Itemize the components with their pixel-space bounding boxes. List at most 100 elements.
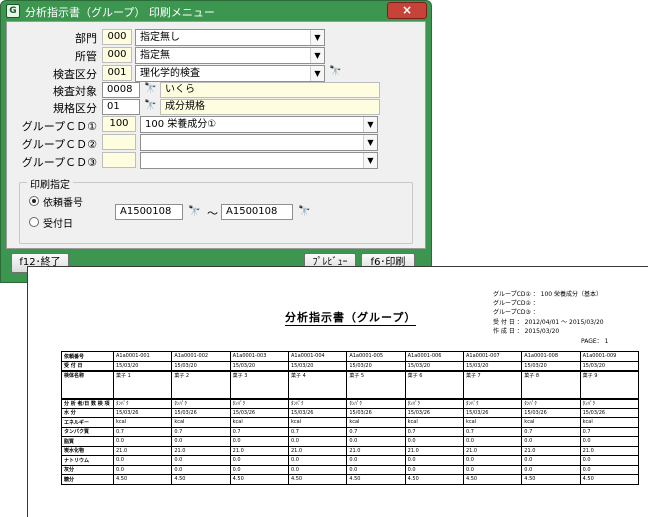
- table-cell: 0.0: [229, 455, 289, 466]
- table-cell: A1a0001-005: [346, 351, 406, 362]
- range-from-input[interactable]: A1500108: [115, 204, 183, 220]
- table-cell: 21.0: [346, 445, 406, 456]
- table-cell: 0.0: [171, 455, 231, 466]
- group1-select-value: 100 栄養成分①: [145, 119, 217, 130]
- table-row: エネルギー kcal kcal kcal kcal kcal kcal kcal kcal kca…: [61, 417, 640, 428]
- binoculars-icon[interactable]: 🔭: [188, 207, 202, 218]
- table-cell: ﾀﾝﾊﾟｸ: [346, 398, 406, 409]
- table-cell: 0.0: [579, 455, 640, 466]
- table-cell: 0.0: [404, 455, 464, 466]
- office-label: 所管: [75, 50, 97, 63]
- table-cell: 0.0: [579, 436, 640, 447]
- chevron-down-icon[interactable]: ▼: [363, 135, 377, 150]
- table-cell: kcal: [287, 417, 348, 428]
- table-cell: kcal: [346, 417, 406, 428]
- table-cell: 0.7: [287, 426, 348, 437]
- table-cell: 0.7: [229, 426, 289, 437]
- table-row-header: 水 分: [61, 407, 114, 418]
- table-cell: 15/03/26: [287, 407, 348, 418]
- inspection-type-code-input[interactable]: 001: [102, 65, 132, 81]
- table-cell: 15/03/20: [112, 360, 173, 372]
- table-row: タンパク質 0.7 0.7 0.7 0.7 0.7 0.7 0.7 0.7 0.7: [61, 426, 640, 437]
- table-cell: 21.0: [462, 445, 523, 456]
- table-cell: ﾀﾝﾊﾟｸ: [112, 398, 173, 409]
- title-bar[interactable]: G 分析指示書（グループ） 印刷メニュー ×: [1, 1, 431, 21]
- table-cell: kcal: [112, 417, 173, 428]
- table-row-header: 灰分: [61, 464, 114, 475]
- print-spec-title: 印刷指定: [27, 176, 73, 191]
- binoculars-icon[interactable]: 🔭: [298, 207, 312, 218]
- group3-select[interactable]: ▼: [140, 152, 378, 169]
- binoculars-icon[interactable]: 🔭: [144, 101, 158, 112]
- print-menu-window: G 分析指示書（グループ） 印刷メニュー × 部門 000 指定無し ▼ 所管 …: [0, 0, 432, 283]
- table-cell: 0.7: [346, 426, 406, 437]
- table-cell: 15/03/20: [404, 360, 464, 372]
- table-cell: 4.50: [462, 474, 523, 485]
- table-row: 糖分 4.50 4.50 4.50 4.50 4.50 4.50 4.50 4.50 4.50: [61, 474, 640, 485]
- inspection-target-label: 検査対象: [53, 85, 97, 98]
- table-cell: 0.0: [112, 455, 173, 466]
- table-cell: 0.0: [171, 464, 231, 475]
- table-cell: 0.7: [579, 426, 640, 437]
- group1-code-input[interactable]: 100: [102, 116, 136, 132]
- table-cell: 15/03/26: [112, 407, 173, 418]
- table-cell: 4.50: [579, 474, 640, 485]
- table-cell: 4.50: [229, 474, 289, 485]
- table-row: 水 分 15/03/26 15/03/26 15/03/26 15/03/26 15/03…: [61, 407, 640, 418]
- table-cell: 15/03/20: [171, 360, 231, 372]
- table-cell: 菓子 3: [229, 370, 289, 400]
- table-row: 脂質 0.0 0.0 0.0 0.0 0.0 0.0 0.0 0.0 0.0: [61, 436, 640, 447]
- table-cell: A1a0001-006: [404, 351, 464, 362]
- table-cell: 15/03/26: [404, 407, 464, 418]
- report-meta-created: 作 成 日 ： 2015/03/20: [493, 328, 560, 335]
- table-row: 灰分 0.0 0.0 0.0 0.0 0.0 0.0 0.0 0.0 0.0: [61, 464, 640, 475]
- close-button[interactable]: ×: [387, 2, 427, 19]
- inspection-type-label: 検査区分: [53, 68, 97, 81]
- table-cell: 0.0: [112, 436, 173, 447]
- dept-select[interactable]: 指定無し ▼: [135, 29, 325, 46]
- table-cell: 0.0: [521, 455, 581, 466]
- group1-label: グループＣＤ①: [21, 120, 97, 133]
- inspection-type-select[interactable]: 理化学的検査 ▼: [135, 65, 325, 82]
- binoculars-icon[interactable]: 🔭: [144, 84, 158, 95]
- report-meta-group2: グループCD② ：: [493, 300, 539, 307]
- chevron-down-icon[interactable]: ▼: [310, 66, 324, 81]
- table-cell: 21.0: [171, 445, 231, 456]
- dept-code-input[interactable]: 000: [102, 29, 132, 45]
- table-cell: kcal: [229, 417, 289, 428]
- office-select[interactable]: 指定無 ▼: [135, 47, 325, 64]
- received-date-radio[interactable]: [29, 217, 39, 227]
- table-cell: ﾀﾝﾊﾟｸ: [404, 398, 464, 409]
- table-cell: ﾀﾝﾊﾟｸ: [229, 398, 289, 409]
- range-to-input[interactable]: A1500108: [221, 204, 293, 220]
- table-cell: A1a0001-004: [287, 351, 348, 362]
- group3-label: グループＣＤ③: [21, 156, 97, 169]
- chevron-down-icon[interactable]: ▼: [310, 48, 324, 63]
- table-cell: kcal: [404, 417, 464, 428]
- chevron-down-icon[interactable]: ▼: [363, 117, 377, 132]
- office-code-input[interactable]: 000: [102, 47, 132, 63]
- inspection-target-code-input[interactable]: 0008: [102, 82, 140, 98]
- table-cell: ﾀﾝﾊﾟｸ: [462, 398, 523, 409]
- table-cell: A1a0001-001: [112, 351, 173, 362]
- report-meta-received: 受 付 日 ： 2012/04/01 ～ 2015/03/20: [493, 319, 604, 326]
- request-number-radio[interactable]: [29, 196, 39, 206]
- table-cell: 4.50: [112, 474, 173, 485]
- table-cell: 15/03/26: [171, 407, 231, 418]
- report-meta-group1: グループCD① ： 100 栄養成分（基本）: [493, 291, 603, 298]
- table-row-header: 炭水化物: [61, 445, 114, 456]
- binoculars-icon[interactable]: 🔭: [329, 67, 343, 78]
- table-cell: 0.7: [521, 426, 581, 437]
- table-cell: 15/03/20: [462, 360, 523, 372]
- table-cell: 0.7: [112, 426, 173, 437]
- group2-select[interactable]: ▼: [140, 134, 378, 151]
- table-cell: 15/03/20: [346, 360, 406, 372]
- table-row: 受 付 日 15/03/20 15/03/20 15/03/20 15/03/20 15/…: [61, 360, 640, 372]
- chevron-down-icon[interactable]: ▼: [310, 30, 324, 45]
- chevron-down-icon[interactable]: ▼: [363, 153, 377, 168]
- table-cell: 菓子 6: [404, 370, 464, 400]
- group1-select[interactable]: 100 栄養成分① ▼: [140, 116, 378, 133]
- group2-code-input[interactable]: [102, 134, 136, 150]
- group3-code-input[interactable]: [102, 152, 136, 168]
- standard-type-code-input[interactable]: 01: [102, 99, 140, 115]
